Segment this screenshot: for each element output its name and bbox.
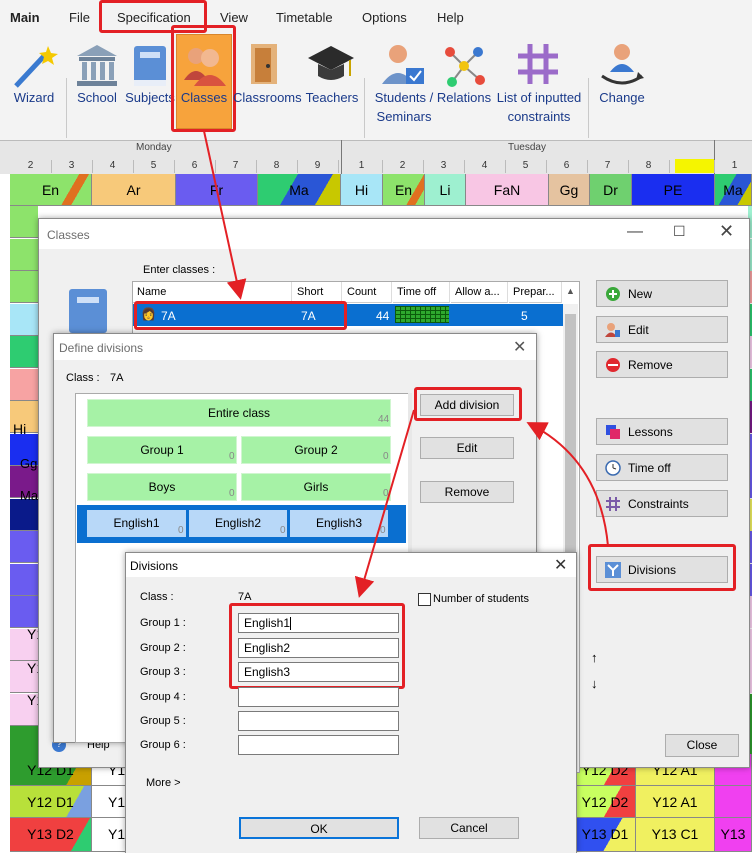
annotation-arrows — [203, 130, 609, 598]
arrow-divisions-to-add — [526, 422, 609, 547]
arrow-classes-to-row — [203, 130, 247, 300]
arrow-add-to-groups — [354, 409, 415, 598]
